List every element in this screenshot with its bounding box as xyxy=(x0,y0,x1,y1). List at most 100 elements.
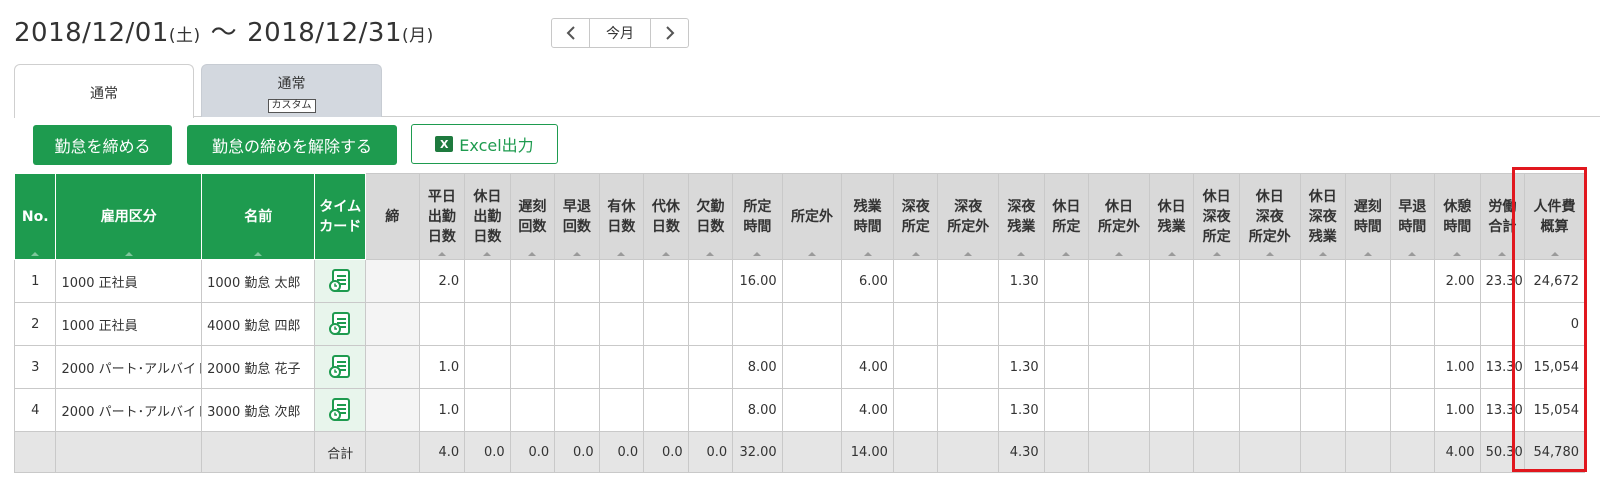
cell-night-overtime xyxy=(998,302,1045,346)
column-header-label: 人件費 概算 xyxy=(1533,198,1576,235)
cell-scheduled-hours: 16.00 xyxy=(732,259,783,303)
column-header-label: No. xyxy=(21,208,49,225)
cell-name: 1000 勤怠 太郎 xyxy=(201,259,316,303)
cell-closed xyxy=(365,388,420,432)
chevron-left-icon xyxy=(566,26,575,40)
column-header-early-leave-hours[interactable]: 早退 時間 xyxy=(1389,173,1436,260)
cell-holiday-overtime xyxy=(1148,431,1195,473)
cell-night-overtime: 1.30 xyxy=(998,345,1045,389)
cell-night-non-scheduled xyxy=(937,259,1000,303)
cell-holiday-night-overtime xyxy=(1299,345,1347,389)
cell-night-non-scheduled xyxy=(937,431,1000,473)
cell-compensatory-leave-days xyxy=(643,302,689,346)
cell-early-leave-hours xyxy=(1389,388,1436,432)
column-header-scheduled-hours[interactable]: 所定 時間 xyxy=(732,173,783,260)
cell-night-non-scheduled xyxy=(937,388,1000,432)
cell-early-leave-count xyxy=(554,259,600,303)
tab-normal[interactable]: 通常 xyxy=(14,64,194,118)
custom-badge: カスタム xyxy=(267,99,316,113)
column-header-early-leave-count[interactable]: 早退 回数 xyxy=(554,173,600,260)
unclose-attendance-button[interactable]: 勤怠の締めを解除する xyxy=(187,125,397,165)
sort-arrow-icon xyxy=(1212,252,1221,256)
column-header-employment-type[interactable]: 雇用区分 xyxy=(55,173,203,260)
cell-employment-type xyxy=(55,431,203,473)
column-header-label: 早退 時間 xyxy=(1398,198,1427,235)
sort-arrow-icon xyxy=(1498,252,1507,256)
cell-holiday-scheduled xyxy=(1043,302,1090,346)
column-header-holiday-scheduled[interactable]: 休日 所定 xyxy=(1043,173,1090,260)
cell-early-leave-hours xyxy=(1389,345,1436,389)
cell-holiday-night-overtime xyxy=(1299,259,1347,303)
column-header-holiday-night-overtime[interactable]: 休日 深夜 残業 xyxy=(1299,173,1347,260)
column-header-total-work-hours[interactable]: 労働 合計 xyxy=(1479,173,1526,260)
start-date: 2018/12/01 xyxy=(14,18,169,48)
cell-break-hours: 2.00 xyxy=(1434,259,1481,303)
column-header-label: 代休 日数 xyxy=(651,198,680,235)
end-date: 2018/12/31 xyxy=(247,18,402,48)
excel-export-button[interactable]: X Excel出力 xyxy=(411,124,558,164)
cell-holiday-overtime xyxy=(1148,345,1195,389)
timecard-button[interactable] xyxy=(314,388,366,432)
column-header-no[interactable]: No. xyxy=(13,173,57,260)
column-header-name[interactable]: 名前 xyxy=(201,173,316,260)
cell-no: 4 xyxy=(13,388,57,432)
next-month-button[interactable] xyxy=(650,19,688,47)
column-header-night-overtime[interactable]: 深夜 残業 xyxy=(998,173,1045,260)
this-month-button[interactable]: 今月 xyxy=(590,19,650,47)
column-header-holiday-non-scheduled[interactable]: 休日 所定外 xyxy=(1088,173,1150,260)
tab-normal-custom[interactable]: 通常 カスタム xyxy=(201,64,382,117)
sort-arrow-icon xyxy=(254,252,263,256)
timecard-button[interactable] xyxy=(314,259,366,303)
column-header-holiday-overtime[interactable]: 休日 残業 xyxy=(1148,173,1195,260)
column-header-paid-leave-days[interactable]: 有休 日数 xyxy=(598,173,645,260)
sort-arrow-icon xyxy=(1265,252,1274,256)
timecard-button[interactable] xyxy=(314,345,366,389)
column-header-label: 深夜 所定 xyxy=(901,198,930,235)
cell-night-non-scheduled xyxy=(937,302,1000,346)
sort-arrow-icon xyxy=(863,252,872,256)
cell-holiday-night-non-scheduled xyxy=(1238,431,1301,473)
month-navigation: 今月 xyxy=(551,18,689,48)
column-header-label: 労働 合計 xyxy=(1488,198,1517,235)
column-header-holiday-night-scheduled[interactable]: 休日 深夜 所定 xyxy=(1193,173,1240,260)
cell-holiday-night-scheduled xyxy=(1193,388,1240,432)
column-header-absence-days[interactable]: 欠勤 日数 xyxy=(687,173,734,260)
cell-paid-leave-days xyxy=(598,345,645,389)
tab-custom-label: 通常 xyxy=(277,76,306,92)
column-header-late-count[interactable]: 遅刻 回数 xyxy=(509,173,556,260)
cell-holiday-night-overtime xyxy=(1299,431,1347,473)
timecard-button[interactable] xyxy=(314,302,366,346)
column-header-overtime-hours[interactable]: 残業 時間 xyxy=(841,173,894,260)
cell-no xyxy=(13,431,57,473)
cell-late-hours xyxy=(1345,259,1391,303)
cell-night-overtime: 1.30 xyxy=(998,388,1045,432)
column-header-label: 締 xyxy=(385,208,400,225)
timecard-icon xyxy=(329,355,351,378)
column-header-night-non-scheduled[interactable]: 深夜 所定外 xyxy=(937,173,1000,260)
column-header-label: 早退 回数 xyxy=(562,198,591,235)
column-header-compensatory-leave-days[interactable]: 代休 日数 xyxy=(643,173,689,260)
cell-early-leave-hours xyxy=(1389,431,1436,473)
column-header-late-hours[interactable]: 遅刻 時間 xyxy=(1345,173,1391,260)
close-attendance-button[interactable]: 勤怠を締める xyxy=(33,125,172,165)
column-header-weekday-work-days[interactable]: 平日 出勤 日数 xyxy=(418,173,466,260)
cell-employment-type: 2000 パート･アルバイト xyxy=(55,345,203,389)
column-header-label: タイム カード xyxy=(319,198,362,235)
cell-labor-cost-estimate: 54,780 xyxy=(1524,431,1585,473)
column-header-holiday-work-days[interactable]: 休日 出勤 日数 xyxy=(464,173,511,260)
column-header-labor-cost-estimate[interactable]: 人件費 概算 xyxy=(1524,173,1585,260)
cell-total-work-hours: 23.30 xyxy=(1479,259,1526,303)
table-row: 4 2000 パート･アルバイト 3000 勤怠 次郎 1.0 8.00 4.00 1.30… xyxy=(13,388,1585,432)
column-header-night-scheduled[interactable]: 深夜 所定 xyxy=(892,173,939,260)
column-header-non-scheduled[interactable]: 所定外 xyxy=(781,173,843,260)
column-header-holiday-night-non-scheduled[interactable]: 休日 深夜 所定外 xyxy=(1238,173,1301,260)
previous-month-button[interactable] xyxy=(552,19,590,47)
cell-night-scheduled xyxy=(892,431,939,473)
column-header-break-hours[interactable]: 休憩 時間 xyxy=(1434,173,1481,260)
cell-timecard: 合計 xyxy=(314,431,366,473)
cell-name xyxy=(201,431,316,473)
cell-holiday-work-days xyxy=(464,302,511,346)
date-range: 2018/12/01(土) ～ 2018/12/31(月) xyxy=(14,12,434,49)
cell-compensatory-leave-days xyxy=(643,345,689,389)
cell-employment-type: 2000 パート･アルバイト xyxy=(55,388,203,432)
